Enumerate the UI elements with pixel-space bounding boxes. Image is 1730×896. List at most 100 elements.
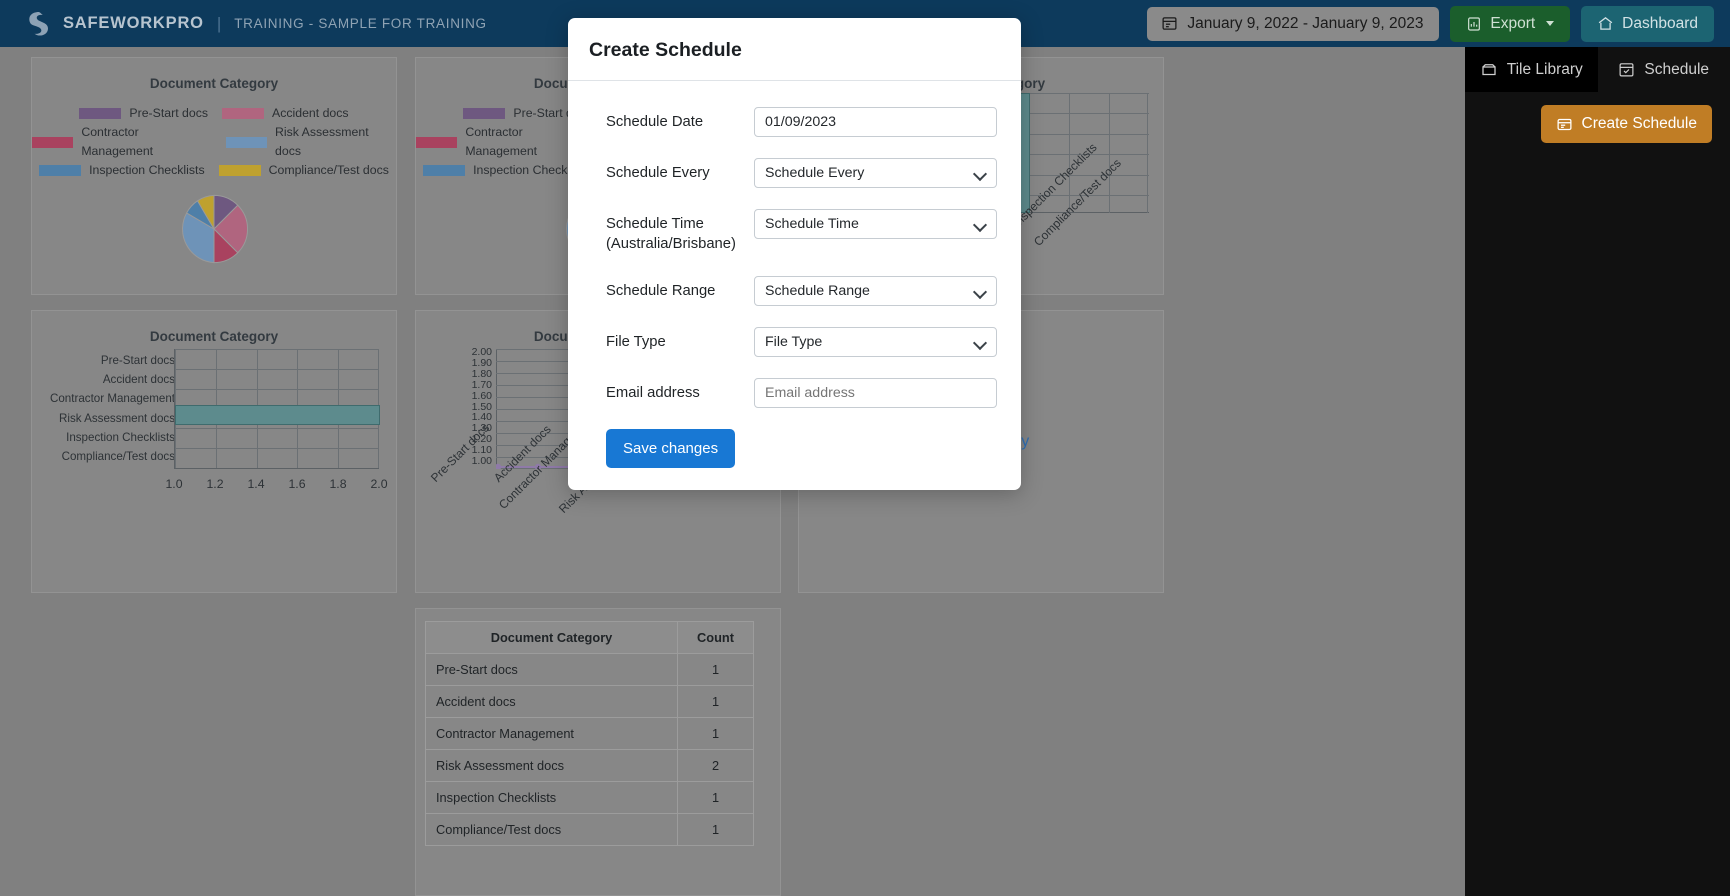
table-cell-category: Risk Assessment docs <box>425 749 678 782</box>
tile-card-table[interactable]: Document Category Count Pre-Start docs 1… <box>415 608 781 896</box>
chevron-down-icon <box>1546 21 1555 26</box>
field-label: Email address <box>606 384 700 401</box>
panel-tabs: Tile Library Schedule <box>1465 47 1730 92</box>
date-range-label: January 9, 2022 - January 9, 2023 <box>1187 14 1424 32</box>
tile-card-hbar[interactable]: Document Category Pre-Start docs Acciden… <box>31 310 397 593</box>
tile-card-pie-1[interactable]: Document Category Pre-Start docs Acciden… <box>31 57 397 295</box>
field-label: Schedule Range <box>606 282 716 299</box>
legend-swatch <box>222 108 265 120</box>
create-schedule-modal: Create Schedule Schedule Date Schedule E… <box>568 18 1021 490</box>
form-row-schedule-range: Schedule Range Schedule Range <box>606 275 999 306</box>
legend-swatch <box>423 165 466 177</box>
hbar-xtick: 1.6 <box>288 477 306 491</box>
schedule-every-select[interactable]: Schedule Every <box>754 158 997 188</box>
topbar-actions: January 9, 2022 - January 9, 2023 Export… <box>1147 5 1714 42</box>
hbar-ytick: Accident docs <box>102 373 175 387</box>
tab-schedule[interactable]: Schedule <box>1598 47 1730 92</box>
schedule-date-input[interactable] <box>754 107 997 137</box>
table-cell-category: Pre-Start docs <box>425 653 678 686</box>
table-row[interactable]: Pre-Start docs 1 <box>425 653 754 686</box>
form-row-schedule-time: Schedule Time (Australia/Brisbane) Sched… <box>606 209 999 255</box>
table-cell-count: 1 <box>677 781 754 814</box>
schedule-time-select[interactable]: Schedule Time <box>754 209 997 239</box>
dashboard-button[interactable]: Dashboard <box>1581 5 1714 42</box>
table-row[interactable]: Compliance/Test docs 1 <box>425 813 754 846</box>
hbar-segment <box>175 405 380 425</box>
field-label: File Type <box>606 333 666 350</box>
form-row-schedule-date: Schedule Date <box>606 107 999 137</box>
archive-box-icon <box>1482 63 1496 75</box>
email-address-input[interactable] <box>754 377 997 408</box>
chevron-down-icon: File Type <box>754 326 997 357</box>
table-header-cell: Count <box>677 621 754 654</box>
table-row[interactable]: Risk Assessment docs 2 <box>425 749 754 782</box>
table-cell-category: Accident docs <box>425 685 678 718</box>
legend-swatch <box>32 136 74 148</box>
legend-swatch <box>225 136 268 148</box>
tab-label: Tile Library <box>1506 60 1583 78</box>
app-root: Document Category Pre-Start docs Acciden… <box>0 0 1730 896</box>
table-cell-count: 1 <box>677 653 754 686</box>
card-title: Document Category <box>149 76 279 91</box>
legend-label: Inspection Checklists <box>89 163 205 178</box>
hbar-ytick: Compliance/Test docs <box>61 449 175 463</box>
field-label: Schedule Every <box>606 165 710 181</box>
document-category-table: Document Category Count Pre-Start docs 1… <box>425 621 754 846</box>
table-header-row: Document Category Count <box>425 621 754 654</box>
hbar-xtick: 1.0 <box>165 477 183 491</box>
hbar-ytick-list: Pre-Start docs Accident docs Contractor … <box>42 351 175 466</box>
brand-name: SAFEWORKPRO <box>63 14 204 32</box>
field-label: Schedule Date <box>606 114 704 130</box>
form-row-email: Email address <box>606 377 999 408</box>
create-schedule-button[interactable]: Create Schedule <box>1540 105 1712 143</box>
file-type-select[interactable]: File Type <box>754 326 997 357</box>
create-schedule-label: Create Schedule <box>1581 115 1697 132</box>
right-side-panel: Tile Library Schedule Create Schedule <box>1465 47 1730 896</box>
date-range-picker[interactable]: January 9, 2022 - January 9, 2023 <box>1147 6 1440 41</box>
home-icon <box>1598 17 1613 30</box>
modal-body: Schedule Date Schedule Every Schedule Ev… <box>568 81 1021 490</box>
table-cell-count: 1 <box>677 685 754 718</box>
legend-label: Pre-Start docs <box>129 106 209 120</box>
tab-tile-library[interactable]: Tile Library <box>1465 47 1598 92</box>
table-row[interactable]: Inspection Checklists 1 <box>425 781 754 814</box>
legend-label: Compliance/Test docs <box>268 163 389 178</box>
table-header-cell: Document Category <box>425 621 678 654</box>
legend-swatch <box>218 165 261 177</box>
hbar-xtick: 2.0 <box>370 477 388 491</box>
brand[interactable]: SAFEWORKPRO | TRAINING - SAMPLE FOR TRAI… <box>24 9 487 39</box>
calendar-range-icon <box>1162 17 1177 30</box>
hbar-ytick: Pre-Start docs <box>100 354 175 367</box>
table-row[interactable]: Contractor Management 1 <box>425 717 754 750</box>
dashboard-label: Dashboard <box>1622 14 1698 32</box>
card-title: Document Category <box>149 329 279 344</box>
tab-label: Schedule <box>1644 60 1710 78</box>
schedule-range-select[interactable]: Schedule Range <box>754 275 997 306</box>
line-ytick: 1.60 <box>471 389 492 402</box>
hbar-ytick: Inspection Checklists <box>66 430 175 444</box>
form-row-schedule-every: Schedule Every Schedule Every <box>606 158 999 188</box>
hbar-ytick: Contractor Management <box>49 392 175 406</box>
legend-label: Contractor Management <box>81 125 154 159</box>
environment-label: TRAINING - SAMPLE FOR TRAINING <box>234 16 487 31</box>
export-button[interactable]: Export <box>1450 5 1571 42</box>
chevron-down-icon: Schedule Time <box>754 209 997 239</box>
table-cell-count: 1 <box>677 813 754 846</box>
hbar-xtick: 1.2 <box>206 477 224 491</box>
modal-header: Create Schedule <box>568 18 1021 81</box>
chevron-down-icon: Schedule Every <box>754 158 997 188</box>
table-cell-category: Inspection Checklists <box>425 781 678 814</box>
pie-legend: Pre-Start docs Accident docs Contractor … <box>32 104 396 180</box>
pie-chart <box>182 195 248 264</box>
save-changes-button[interactable]: Save changes <box>606 428 736 468</box>
chart-document-icon <box>1468 16 1481 31</box>
legend-swatch <box>39 165 82 177</box>
table-row[interactable]: Accident docs 1 <box>425 685 754 718</box>
table-cell-count: 1 <box>677 717 754 750</box>
calendar-check-icon <box>1619 63 1634 77</box>
hbar-xtick: 1.4 <box>247 477 265 491</box>
table-cell-category: Compliance/Test docs <box>425 813 678 846</box>
hbar-plot <box>174 349 380 469</box>
table-cell-count: 2 <box>677 749 754 782</box>
chevron-down-icon: Schedule Range <box>754 275 997 306</box>
